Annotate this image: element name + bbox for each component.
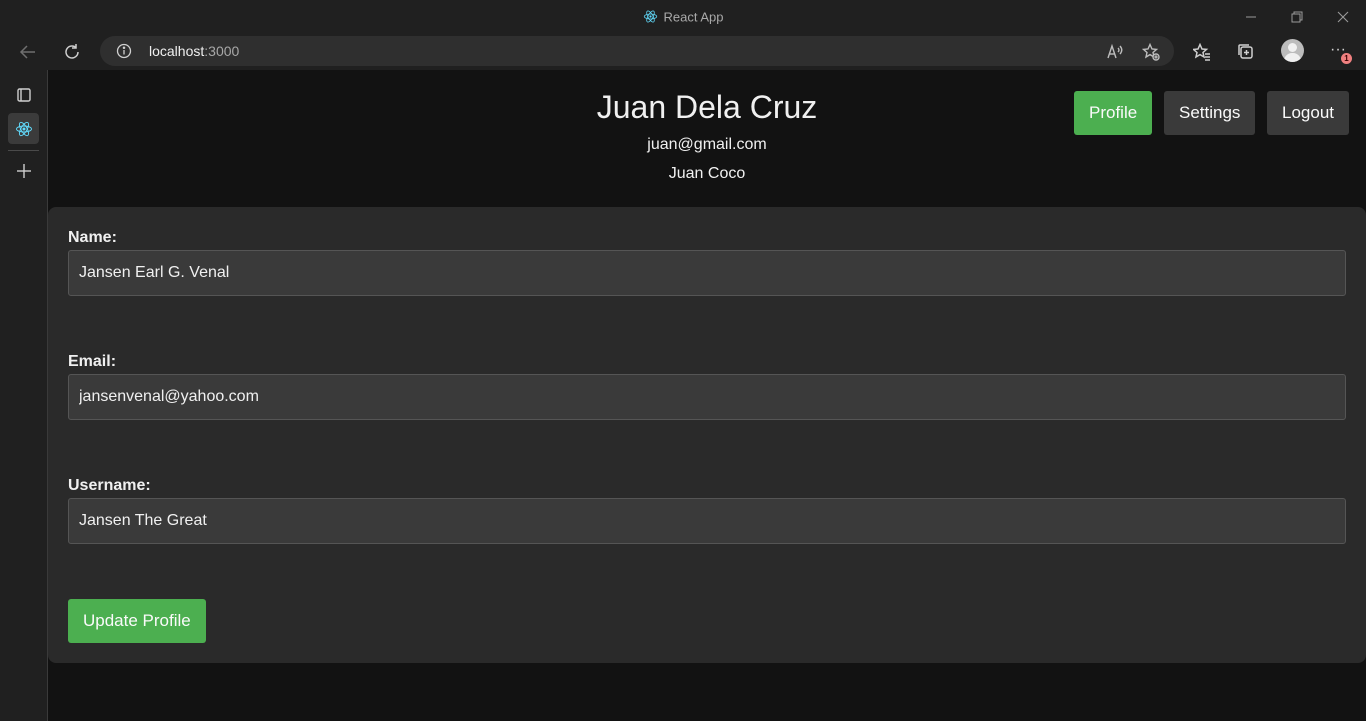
favorites-icon xyxy=(1193,43,1210,61)
window-titlebar: React App xyxy=(0,0,1366,33)
react-logo-icon xyxy=(15,121,32,136)
refresh-icon xyxy=(65,44,79,59)
profile-avatar-button[interactable] xyxy=(1281,39,1304,62)
notification-badge: 1 xyxy=(1341,53,1352,64)
restore-button[interactable] xyxy=(1274,0,1320,33)
profile-nav-button[interactable]: Profile xyxy=(1074,91,1153,135)
url-host: localhost xyxy=(149,43,205,59)
site-info-icon[interactable] xyxy=(116,43,132,64)
settings-nav-button[interactable]: Settings xyxy=(1164,91,1256,135)
profile-form-card: Name: Email: Username: Update Profile xyxy=(48,207,1366,663)
name-label: Name: xyxy=(68,229,117,246)
logout-button[interactable]: Logout xyxy=(1267,91,1349,135)
url-port: :3000 xyxy=(204,43,240,59)
minimize-button[interactable] xyxy=(1228,0,1274,33)
collections-icon xyxy=(1238,44,1253,59)
url-text[interactable]: localhost:3000 xyxy=(149,43,239,59)
back-arrow-icon xyxy=(19,45,35,59)
tab-strip-divider xyxy=(8,150,39,151)
address-bar[interactable]: localhost:3000 xyxy=(100,36,1174,66)
browser-toolbar: localhost:3000 ··· 1 xyxy=(0,33,1366,70)
tab-react-app[interactable] xyxy=(8,113,39,144)
minimize-icon xyxy=(1246,16,1256,17)
email-label: Email: xyxy=(68,353,117,370)
vertical-tab-strip xyxy=(0,70,48,721)
window-title: React App xyxy=(0,9,1366,27)
close-button[interactable] xyxy=(1320,0,1366,33)
tab-actions-button[interactable] xyxy=(8,79,39,110)
new-tab-button[interactable] xyxy=(8,155,39,186)
restore-icon xyxy=(1291,11,1303,22)
refresh-button[interactable] xyxy=(56,36,88,68)
settings-more-button[interactable]: ··· 1 xyxy=(1324,36,1356,68)
favorites-button[interactable] xyxy=(1186,36,1218,68)
user-username: Juan Coco xyxy=(668,165,746,182)
react-logo-icon xyxy=(643,9,658,27)
email-input[interactable] xyxy=(68,374,1346,420)
name-input[interactable] xyxy=(68,250,1346,296)
update-profile-button[interactable]: Update Profile xyxy=(68,599,206,643)
user-email: juan@gmail.com xyxy=(647,136,767,153)
plus-icon xyxy=(16,163,31,178)
window-title-text: React App xyxy=(663,9,724,25)
add-favorite-icon[interactable] xyxy=(1140,41,1162,63)
collections-button[interactable] xyxy=(1230,36,1262,68)
username-input[interactable] xyxy=(68,498,1346,544)
close-icon xyxy=(1337,11,1349,22)
avatar-head xyxy=(1288,43,1297,52)
read-aloud-icon[interactable] xyxy=(1104,41,1126,63)
back-button[interactable] xyxy=(12,36,44,68)
profile-header: Juan Dela Cruz juan@gmail.com Juan Coco … xyxy=(48,70,1366,207)
page-content: Juan Dela Cruz juan@gmail.com Juan Coco … xyxy=(48,70,1366,721)
username-label: Username: xyxy=(68,477,151,494)
tab-actions-icon xyxy=(16,87,31,102)
avatar-body xyxy=(1284,53,1301,62)
